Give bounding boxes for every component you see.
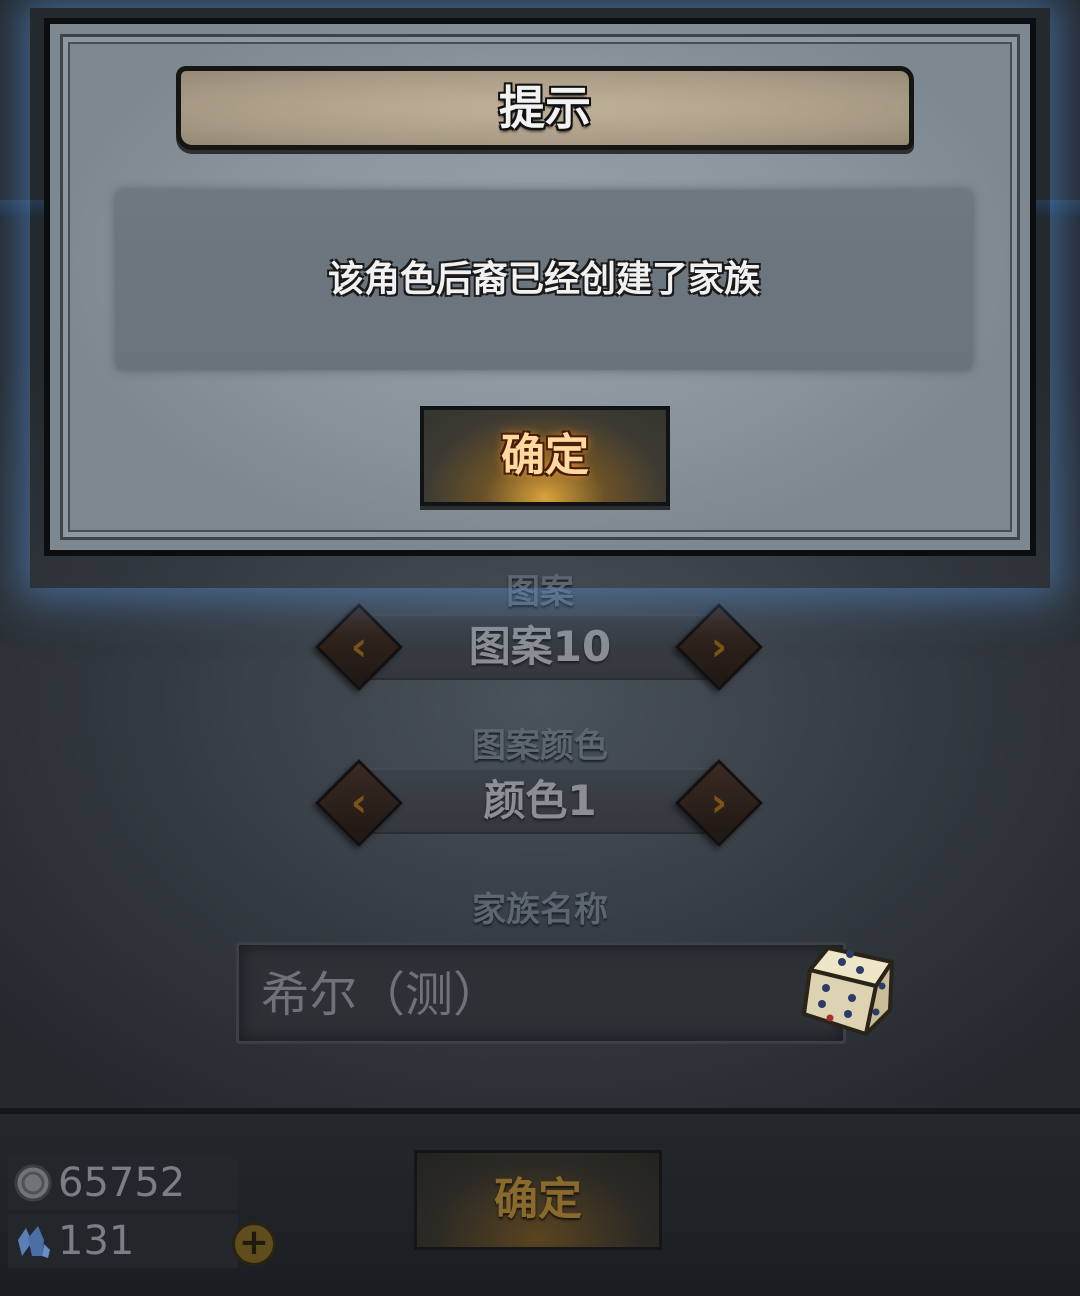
pattern-color-label: 图案颜色 [472, 726, 608, 766]
chevron-right-icon: › [710, 624, 728, 670]
crystal-icon [18, 1226, 50, 1258]
dialog-message: 该角色后裔已经创建了家族 [116, 190, 972, 370]
plus-icon[interactable]: + [232, 1222, 276, 1266]
crystal-currency: 131 [8, 1214, 238, 1268]
crystal-amount: 131 [58, 1218, 135, 1264]
prompt-dialog: 提示 该角色后裔已经创建了家族 确定 [44, 18, 1036, 556]
family-name-label: 家族名称 [472, 890, 608, 930]
chevron-left-icon: ‹ [350, 780, 368, 826]
dialog-confirm-button[interactable]: 确定 [420, 406, 670, 506]
chevron-left-icon: ‹ [350, 624, 368, 670]
bottom-confirm-button[interactable]: 确定 [414, 1150, 662, 1250]
pattern-label: 图案 [506, 572, 574, 612]
chevron-right-icon: › [710, 780, 728, 826]
dice-icon[interactable] [800, 940, 900, 1040]
pattern-value: 图案10 [468, 622, 612, 671]
silver-amount: 65752 [58, 1160, 186, 1206]
silver-currency: 65752 [8, 1156, 238, 1210]
dialog-title: 提示 [176, 66, 914, 150]
family-name-input[interactable]: 希尔（测） [236, 942, 846, 1044]
silver-coin-icon [14, 1164, 52, 1202]
pattern-color-value: 颜色1 [483, 776, 597, 825]
